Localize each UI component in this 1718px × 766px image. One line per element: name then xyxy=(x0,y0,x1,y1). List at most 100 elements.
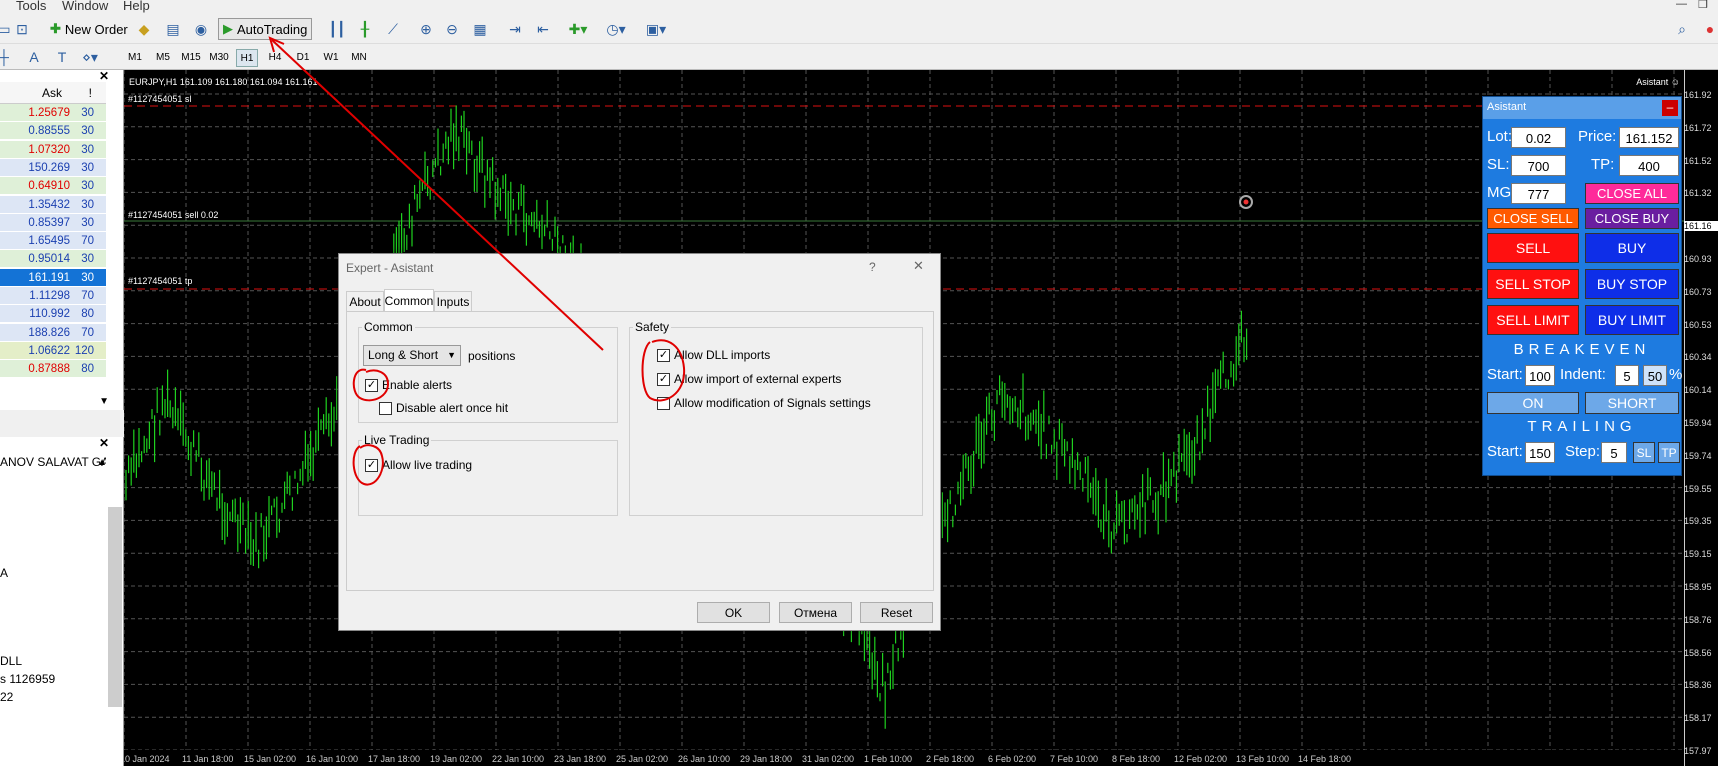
tf-m1[interactable]: M1 xyxy=(124,49,146,67)
buy-stop-button[interactable]: BUY STOP xyxy=(1585,269,1679,299)
market-watch-row[interactable]: 1.11298 70 xyxy=(0,287,106,305)
buy-button[interactable]: BUY xyxy=(1585,233,1679,263)
tf-m15[interactable]: M15 xyxy=(180,49,202,67)
close-icon[interactable]: ✕ xyxy=(99,69,109,83)
market-watch-row[interactable]: 1.65495 70 xyxy=(0,232,106,251)
be-start-input[interactable]: 100 xyxy=(1525,365,1555,386)
market-watch-row[interactable]: 150.269 30 xyxy=(0,158,106,177)
nav-item[interactable]: 22 xyxy=(0,690,13,704)
terminal-icon[interactable]: ▤ xyxy=(163,19,183,39)
positions-select[interactable]: Long & Short ▼ xyxy=(363,345,461,366)
market-watch-row[interactable]: 0.95014 30 xyxy=(0,250,106,269)
market-watch-row[interactable]: 1.06622 120 xyxy=(0,341,106,360)
market-watch-row[interactable]: 0.87888 80 xyxy=(0,360,106,379)
metaeditor-icon[interactable]: ◆ xyxy=(134,19,154,39)
text-tool-icon[interactable]: A xyxy=(24,47,44,67)
tab-about[interactable]: About xyxy=(346,291,384,312)
nav-item[interactable]: DLL xyxy=(0,654,22,668)
tr-start-input[interactable]: 150 xyxy=(1525,442,1555,463)
be-indent-input[interactable]: 5 xyxy=(1615,365,1639,386)
sell-button[interactable]: SELL xyxy=(1487,233,1579,263)
menu-help[interactable]: Help xyxy=(123,0,150,13)
autoscroll-icon[interactable]: ⇤ xyxy=(533,19,553,39)
spread-column-header[interactable]: ! xyxy=(89,86,92,100)
market-watch-row[interactable]: 0.85397 30 xyxy=(0,213,106,232)
autotrading-button[interactable]: ▶ AutoTrading xyxy=(218,18,313,40)
breakeven-short-button[interactable]: SHORT xyxy=(1585,392,1679,414)
close-icon[interactable]: ✕ xyxy=(99,436,109,450)
tf-m5[interactable]: M5 xyxy=(152,49,174,67)
market-watch-row[interactable]: 1.35432 30 xyxy=(0,195,106,214)
line-chart-icon[interactable]: ⟋ xyxy=(383,19,403,39)
objects-icon[interactable]: ⋄▾ xyxy=(80,47,100,67)
lot-input[interactable]: 0.02 xyxy=(1511,127,1566,148)
nav-item[interactable]: s 1126959 xyxy=(0,672,55,686)
chart-shift-icon[interactable]: ⇥ xyxy=(505,19,525,39)
indicators-icon[interactable]: ✚▾ xyxy=(568,19,588,39)
allow-dll-checkbox[interactable]: ✓ xyxy=(657,349,670,362)
nav-item[interactable]: A xyxy=(0,566,8,580)
price-input[interactable]: 161.152 xyxy=(1619,127,1679,148)
allow-external-experts-checkbox[interactable]: ✓ xyxy=(657,373,670,386)
candles-icon[interactable]: ╂ xyxy=(355,19,375,39)
restore-icon[interactable]: ❐ xyxy=(1698,0,1708,11)
tab-inputs[interactable]: Inputs xyxy=(434,291,472,312)
market-watch-row[interactable]: 188.826 70 xyxy=(0,323,106,342)
disable-alert-once-checkbox[interactable] xyxy=(379,402,392,415)
scroll-down-icon[interactable]: ▼ xyxy=(99,396,109,407)
buy-limit-button[interactable]: BUY LIMIT xyxy=(1585,305,1679,335)
market-watch-row[interactable]: 1.25679 30 xyxy=(0,104,106,122)
notifications-icon[interactable]: ● xyxy=(1700,19,1718,39)
enable-alerts-checkbox[interactable]: ✓ xyxy=(365,379,378,392)
signals-icon[interactable]: ◉ xyxy=(191,19,211,39)
zoom-in-icon[interactable]: ⊕ xyxy=(416,19,436,39)
menu-tools[interactable]: Tools xyxy=(16,0,46,13)
zoom-out-icon[interactable]: ⊖ xyxy=(442,19,462,39)
crosshair-icon[interactable]: ┼ xyxy=(0,47,14,67)
market-watch-row[interactable]: 0.88555 30 xyxy=(0,122,106,141)
tr-step-input[interactable]: 5 xyxy=(1601,442,1627,463)
reset-button[interactable]: Reset xyxy=(860,602,933,623)
close-buy-button[interactable]: CLOSE BUY xyxy=(1585,208,1679,229)
ask-column-header[interactable]: Ask xyxy=(42,86,62,100)
tf-d1[interactable]: D1 xyxy=(292,49,314,67)
text-label-icon[interactable]: T xyxy=(52,47,72,67)
tile-windows-icon[interactable]: ▦ xyxy=(470,19,490,39)
tab-common[interactable]: Common xyxy=(384,289,434,312)
minimize-panel-button[interactable]: – xyxy=(1662,100,1678,116)
be-percent-input[interactable]: 50 xyxy=(1643,365,1667,386)
tf-h1[interactable]: H1 xyxy=(236,49,258,67)
tf-mn[interactable]: MN xyxy=(348,49,370,67)
bar-chart-icon[interactable]: ┃┃ xyxy=(327,19,347,39)
sl-input[interactable]: 700 xyxy=(1511,155,1566,176)
sell-limit-button[interactable]: SELL LIMIT xyxy=(1487,305,1579,335)
tf-w1[interactable]: W1 xyxy=(320,49,342,67)
allow-signals-checkbox[interactable] xyxy=(657,397,670,410)
market-watch-row[interactable]: 161.191 30 xyxy=(0,268,106,287)
allow-live-trading-checkbox[interactable]: ✓ xyxy=(365,459,378,472)
mg-input[interactable]: 777 xyxy=(1511,183,1566,204)
close-all-button[interactable]: CLOSE ALL xyxy=(1585,183,1679,204)
trailing-tp-button[interactable]: TP xyxy=(1658,442,1680,463)
search-icon[interactable]: ⌕ xyxy=(1672,19,1692,39)
trailing-sl-button[interactable]: SL xyxy=(1633,442,1655,463)
tp-input[interactable]: 400 xyxy=(1619,155,1679,176)
ok-button[interactable]: OK xyxy=(697,602,770,623)
tf-h4[interactable]: H4 xyxy=(264,49,286,67)
scrollbar-thumb[interactable] xyxy=(108,507,122,707)
templates-icon[interactable]: ▣▾ xyxy=(646,19,666,39)
market-watch-row[interactable]: 1.07320 30 xyxy=(0,140,106,159)
help-icon[interactable]: ? xyxy=(869,260,876,274)
cancel-button[interactable]: Отмена xyxy=(779,602,852,623)
tf-m30[interactable]: M30 xyxy=(208,49,230,67)
sell-stop-button[interactable]: SELL STOP xyxy=(1487,269,1579,299)
new-order-button[interactable]: ✚ New Order xyxy=(46,18,132,40)
market-watch-row[interactable]: 0.64910 30 xyxy=(0,177,106,196)
zoom-window-icon[interactable]: ⊡ xyxy=(12,19,32,39)
market-watch-row[interactable]: 110.992 80 xyxy=(0,305,106,324)
breakeven-on-button[interactable]: ON xyxy=(1487,392,1579,414)
close-sell-button[interactable]: CLOSE SELL xyxy=(1487,208,1579,229)
periods-icon[interactable]: ◷▾ xyxy=(606,19,626,39)
menu-window[interactable]: Window xyxy=(62,0,108,13)
close-icon[interactable]: ✕ xyxy=(913,258,924,274)
